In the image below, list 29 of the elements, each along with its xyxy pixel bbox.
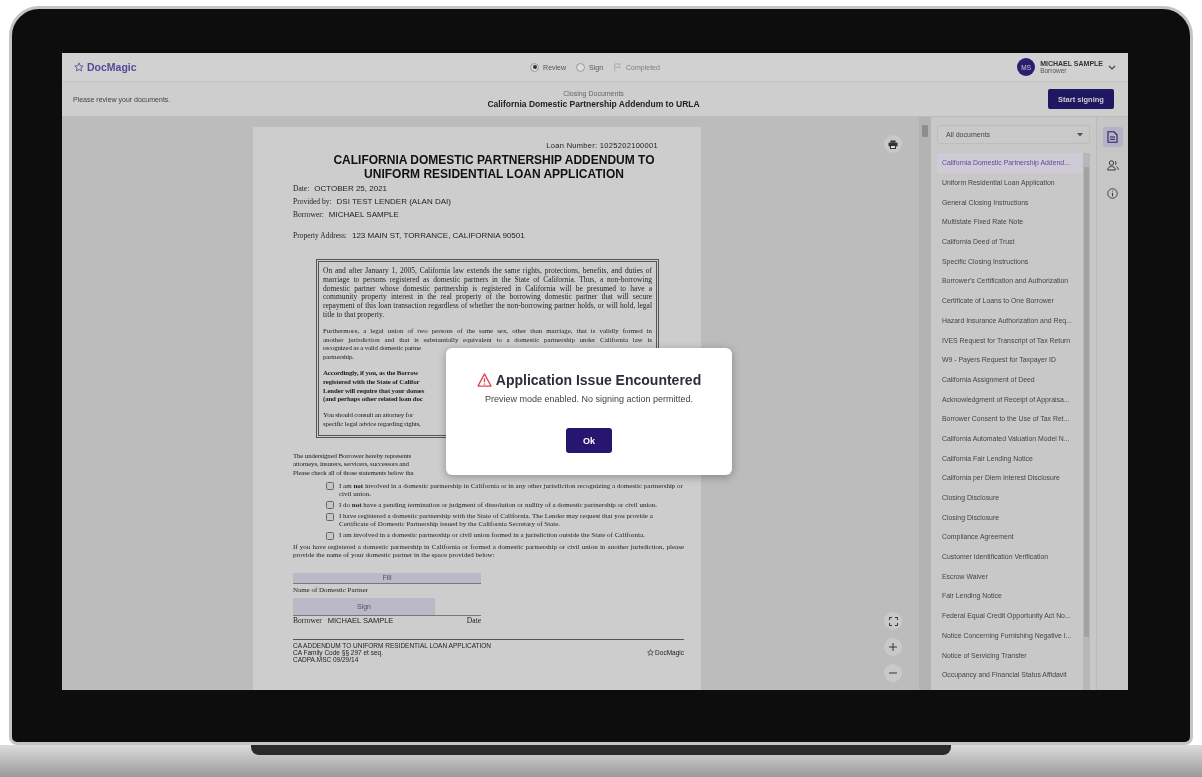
app-logo[interactable]: DocMagic [87, 61, 137, 73]
document-title: California Domestic Partnership Addendum to URLA [487, 98, 700, 109]
star-icon [647, 648, 655, 656]
field-value: DSI TEST LENDER (ALAN DAI) [336, 197, 451, 207]
zoom-in-icon[interactable] [884, 638, 902, 656]
ok-button[interactable]: Ok [566, 428, 612, 453]
checkbox[interactable] [326, 501, 334, 510]
info-icon [1107, 187, 1118, 199]
chevron-down-icon[interactable] [1108, 64, 1116, 70]
scrollbar[interactable] [1083, 153, 1090, 690]
scrollbar[interactable] [919, 117, 931, 690]
document-icon [1107, 131, 1118, 143]
star-icon [74, 62, 84, 72]
fullscreen-icon[interactable] [884, 612, 902, 630]
rail-tab[interactable] [1102, 127, 1123, 147]
field-value: OCTOBER 25, 2021 [314, 184, 388, 194]
checkbox[interactable] [326, 482, 334, 491]
dialog-title: Application Issue Encountered [495, 372, 702, 388]
field-value: 123 MAIN ST, TORRANCE, CALIFORNIA 90501 [351, 231, 525, 241]
field-value: MICHAEL SAMPLE [328, 210, 399, 220]
checkbox[interactable] [326, 512, 334, 521]
form-title: CALIFORNIA DOMESTIC PARTNERSHIP ADDENDUM TO UNIFORM RESIDENTIAL LOAN APPLICATION [332, 154, 656, 181]
warning-icon [476, 373, 492, 387]
checkbox[interactable] [326, 531, 334, 540]
dialog-message: Preview mode enabled. No signing action permitted. [484, 394, 694, 404]
people-icon [1106, 159, 1119, 171]
print-icon[interactable] [884, 135, 902, 153]
zoom-out-icon[interactable] [884, 664, 902, 682]
caret-down-icon [1077, 132, 1083, 137]
